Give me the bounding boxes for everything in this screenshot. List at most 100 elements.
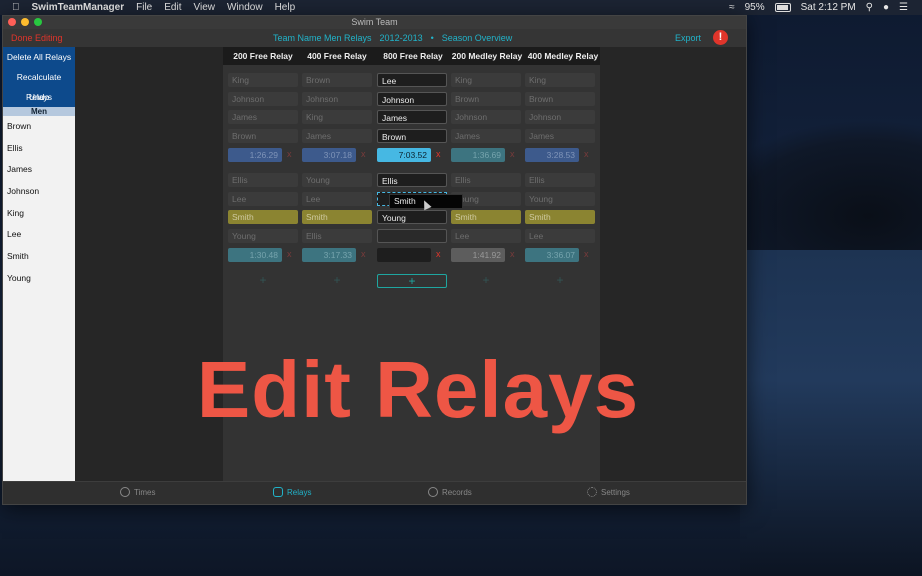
swimmer-item[interactable]: Ellis (3, 138, 75, 160)
relay-swimmer-slot[interactable]: King (228, 73, 298, 87)
relay-swimmer-slot[interactable]: Young (228, 229, 298, 243)
relay-swimmer-slot[interactable]: Lee (377, 73, 447, 87)
relay-swimmer-slot[interactable]: Brown (377, 129, 447, 143)
relay-swimmer-slot[interactable]: King (525, 73, 595, 87)
delete-relay-icon[interactable]: x (361, 249, 366, 259)
delete-relay-icon[interactable]: x (510, 249, 515, 259)
tab-times[interactable]: Times (120, 487, 155, 497)
tab-relays[interactable]: Relays (273, 487, 311, 497)
relay-swimmer-slot[interactable]: Ellis (451, 173, 521, 187)
swimmer-item[interactable]: Lee (3, 224, 75, 246)
user-icon[interactable]: ● (883, 2, 889, 13)
done-editing-button[interactable]: Done Editing (11, 29, 63, 47)
relay-time: 7:03.52 (377, 148, 431, 162)
relay-swimmer-slot[interactable]: Johnson (525, 110, 595, 124)
menu-help[interactable]: Help (275, 2, 296, 13)
zoom-window-button[interactable] (34, 18, 42, 26)
relay-swimmer-slot[interactable]: Ellis (228, 173, 298, 187)
relay-swimmer-slot[interactable]: Lee (302, 192, 372, 206)
delete-relay-icon[interactable]: x (287, 149, 292, 159)
delete-relay-icon[interactable]: x (287, 249, 292, 259)
swimmer-item[interactable]: Smith (3, 246, 75, 268)
relay-swimmer-slot[interactable]: Smith (451, 210, 521, 224)
notification-center-icon[interactable]: ☰ (899, 2, 908, 13)
relay-swimmer-slot[interactable]: Johnson (377, 92, 447, 106)
relay-swimmer-slot[interactable]: Johnson (302, 92, 372, 106)
tab-records[interactable]: Records (428, 487, 472, 497)
swimmer-item[interactable]: James (3, 159, 75, 181)
menu-app-name[interactable]: SwimTeamManager (32, 2, 125, 13)
add-relay-button[interactable]: + (302, 274, 372, 288)
relay-swimmer-slot[interactable]: Ellis (377, 173, 447, 187)
window-title: Swim Team (351, 17, 398, 27)
delete-relay-icon[interactable]: x (436, 249, 441, 259)
menu-clock[interactable]: Sat 2:12 PM (801, 2, 856, 13)
recalculate-relays-button[interactable]: Recalculate Relays (3, 67, 75, 102)
gear-icon (587, 487, 597, 497)
relay-time: 3:07.18 (302, 148, 356, 162)
relay-swimmer-slot[interactable]: Brown (525, 92, 595, 106)
delete-relay-icon[interactable]: x (436, 149, 441, 159)
delete-relay-icon[interactable]: x (510, 149, 515, 159)
relay-swimmer-slot[interactable]: Ellis (525, 173, 595, 187)
relay-swimmer-slot[interactable]: Lee (525, 229, 595, 243)
relay-swimmer-slot[interactable]: King (451, 73, 521, 87)
add-relay-button[interactable]: + (451, 274, 521, 288)
swimmer-item[interactable]: Young (3, 268, 75, 290)
battery-icon[interactable] (774, 3, 791, 12)
relay-swimmer-slot[interactable]: Lee (451, 229, 521, 243)
relay-swimmer-slot[interactable]: King (302, 110, 372, 124)
warning-icon[interactable]: ! (713, 30, 728, 45)
relay-time: 1:41.92 (451, 248, 505, 262)
export-button[interactable]: Export (675, 29, 701, 47)
relay-swimmer-slot[interactable]: Brown (302, 73, 372, 87)
relay-swimmer-slot[interactable]: James (377, 110, 447, 124)
relay-swimmer-slot[interactable]: James (228, 110, 298, 124)
menu-edit[interactable]: Edit (164, 2, 181, 13)
swimmer-item[interactable]: King (3, 203, 75, 225)
relay-swimmer-slot[interactable]: James (525, 129, 595, 143)
undo-button[interactable]: Undo (3, 87, 75, 107)
delete-all-relays-button[interactable]: Delete All Relays (3, 47, 75, 67)
tab-settings[interactable]: Settings (587, 487, 630, 497)
menu-window[interactable]: Window (227, 2, 263, 13)
relay-swimmer-slot[interactable]: Brown (228, 129, 298, 143)
relay-swimmer-slot[interactable]: Brown (451, 92, 521, 106)
relay-swimmer-slot[interactable]: Johnson (451, 110, 521, 124)
breadcrumb-overview[interactable]: Season Overview (442, 29, 513, 47)
relay-swimmer-slot[interactable]: Young (377, 210, 447, 224)
add-relay-button[interactable]: + (525, 274, 595, 288)
close-window-button[interactable] (8, 18, 16, 26)
relay-swimmer-slot[interactable]: Smith (228, 210, 298, 224)
apple-icon[interactable]:  (12, 2, 20, 13)
relay-swimmer-slot[interactable]: James (302, 129, 372, 143)
relay-swimmer-slot[interactable]: James (451, 129, 521, 143)
swimmer-item[interactable]: Johnson (3, 181, 75, 203)
medal-icon (428, 487, 438, 497)
relay-header: 400 Free Relay (307, 51, 367, 61)
relay-swimmer-slot[interactable]: Young (302, 173, 372, 187)
delete-relay-icon[interactable]: x (584, 149, 589, 159)
relay-swimmer-slot[interactable]: Smith (525, 210, 595, 224)
breadcrumb-season[interactable]: 2012-2013 (380, 29, 423, 47)
menu-view[interactable]: View (193, 2, 215, 13)
breadcrumb-team[interactable]: Team Name Men Relays (273, 29, 372, 47)
wifi-icon[interactable]: ≈ (729, 2, 735, 13)
menu-file[interactable]: File (136, 2, 152, 13)
swimmer-item[interactable]: Brown (3, 116, 75, 138)
people-icon (273, 487, 283, 497)
relay-swimmer-slot[interactable]: Smith (302, 210, 372, 224)
spotlight-search-icon[interactable]: ⚲ (866, 2, 873, 13)
relay-swimmer-slot[interactable]: Johnson (228, 92, 298, 106)
relay-swimmer-slot[interactable]: Young (525, 192, 595, 206)
relay-swimmer-slot[interactable] (377, 229, 447, 243)
relay-swimmer-slot[interactable]: Lee (228, 192, 298, 206)
minimize-window-button[interactable] (21, 18, 29, 26)
delete-relay-icon[interactable]: x (584, 249, 589, 259)
tab-bar: Times Relays Records Settings (3, 481, 746, 504)
delete-relay-icon[interactable]: x (361, 149, 366, 159)
add-relay-button[interactable]: + (377, 274, 447, 288)
relay-swimmer-slot[interactable]: Ellis (302, 229, 372, 243)
add-relay-button[interactable]: + (228, 274, 298, 288)
tab-times-label: Times (134, 487, 156, 497)
